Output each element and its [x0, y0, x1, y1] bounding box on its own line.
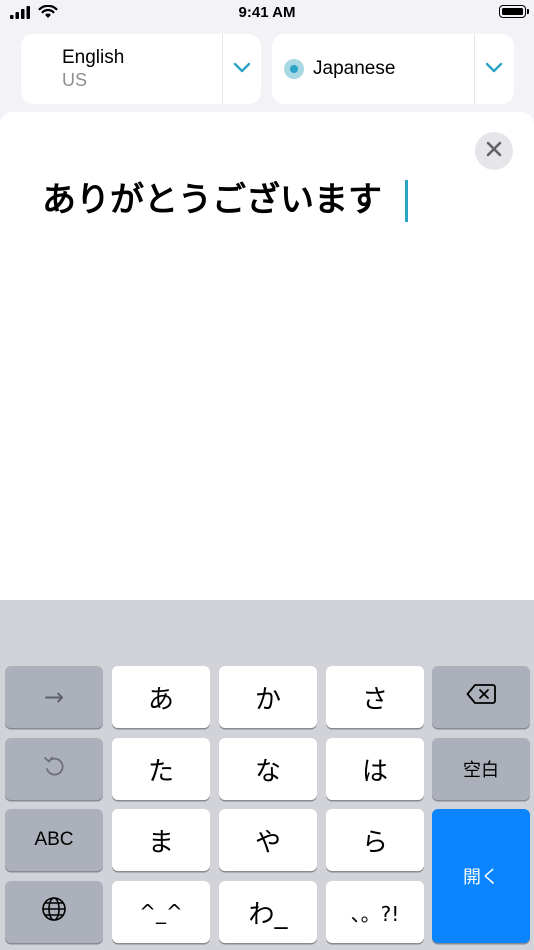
- arrow-key[interactable]: →: [5, 666, 103, 728]
- clear-text-button[interactable]: [475, 132, 513, 170]
- target-language-dropdown-button[interactable]: [475, 34, 513, 104]
- text-cursor: [405, 180, 408, 222]
- undo-key[interactable]: [5, 738, 103, 800]
- space-key[interactable]: 空白: [432, 738, 530, 800]
- key-na[interactable]: な: [219, 738, 317, 800]
- chevron-down-icon: [485, 60, 503, 78]
- key-punctuation[interactable]: 、。?!: [326, 881, 424, 943]
- key-ya[interactable]: や: [219, 809, 317, 871]
- globe-icon: [41, 896, 67, 929]
- key-ha[interactable]: は: [326, 738, 424, 800]
- key-ta[interactable]: た: [112, 738, 210, 800]
- key-ra[interactable]: ら: [326, 809, 424, 871]
- target-language-selector[interactable]: Japanese: [272, 34, 514, 104]
- key-ka[interactable]: か: [219, 666, 317, 728]
- target-language-name: Japanese: [313, 58, 396, 79]
- status-time: 9:41 AM: [238, 4, 296, 21]
- key-ma[interactable]: ま: [112, 809, 210, 871]
- battery-icon: [499, 5, 529, 18]
- status-bar: 9:41 AM: [0, 0, 534, 28]
- key-sa[interactable]: さ: [326, 666, 424, 728]
- key-a[interactable]: あ: [112, 666, 210, 728]
- backspace-icon: [466, 682, 496, 712]
- close-icon: [486, 141, 502, 162]
- undo-icon: [41, 753, 67, 786]
- source-language-dropdown-button[interactable]: [223, 34, 261, 104]
- backspace-key[interactable]: [432, 666, 530, 728]
- source-language-selector[interactable]: English US: [21, 34, 261, 104]
- abc-key[interactable]: ABC: [5, 809, 103, 871]
- chevron-down-icon: [233, 60, 251, 78]
- language-indicator-icon: [284, 59, 304, 79]
- source-language-variant: US: [62, 70, 88, 90]
- source-language-name: English: [62, 47, 125, 68]
- key-emoticon[interactable]: ^_^: [112, 881, 210, 943]
- arrow-right-icon: →: [43, 683, 65, 711]
- key-wa[interactable]: わ_: [219, 881, 317, 943]
- globe-key[interactable]: [5, 881, 103, 943]
- open-key[interactable]: 開く: [432, 809, 530, 943]
- input-text[interactable]: ありがとうございます: [42, 178, 382, 222]
